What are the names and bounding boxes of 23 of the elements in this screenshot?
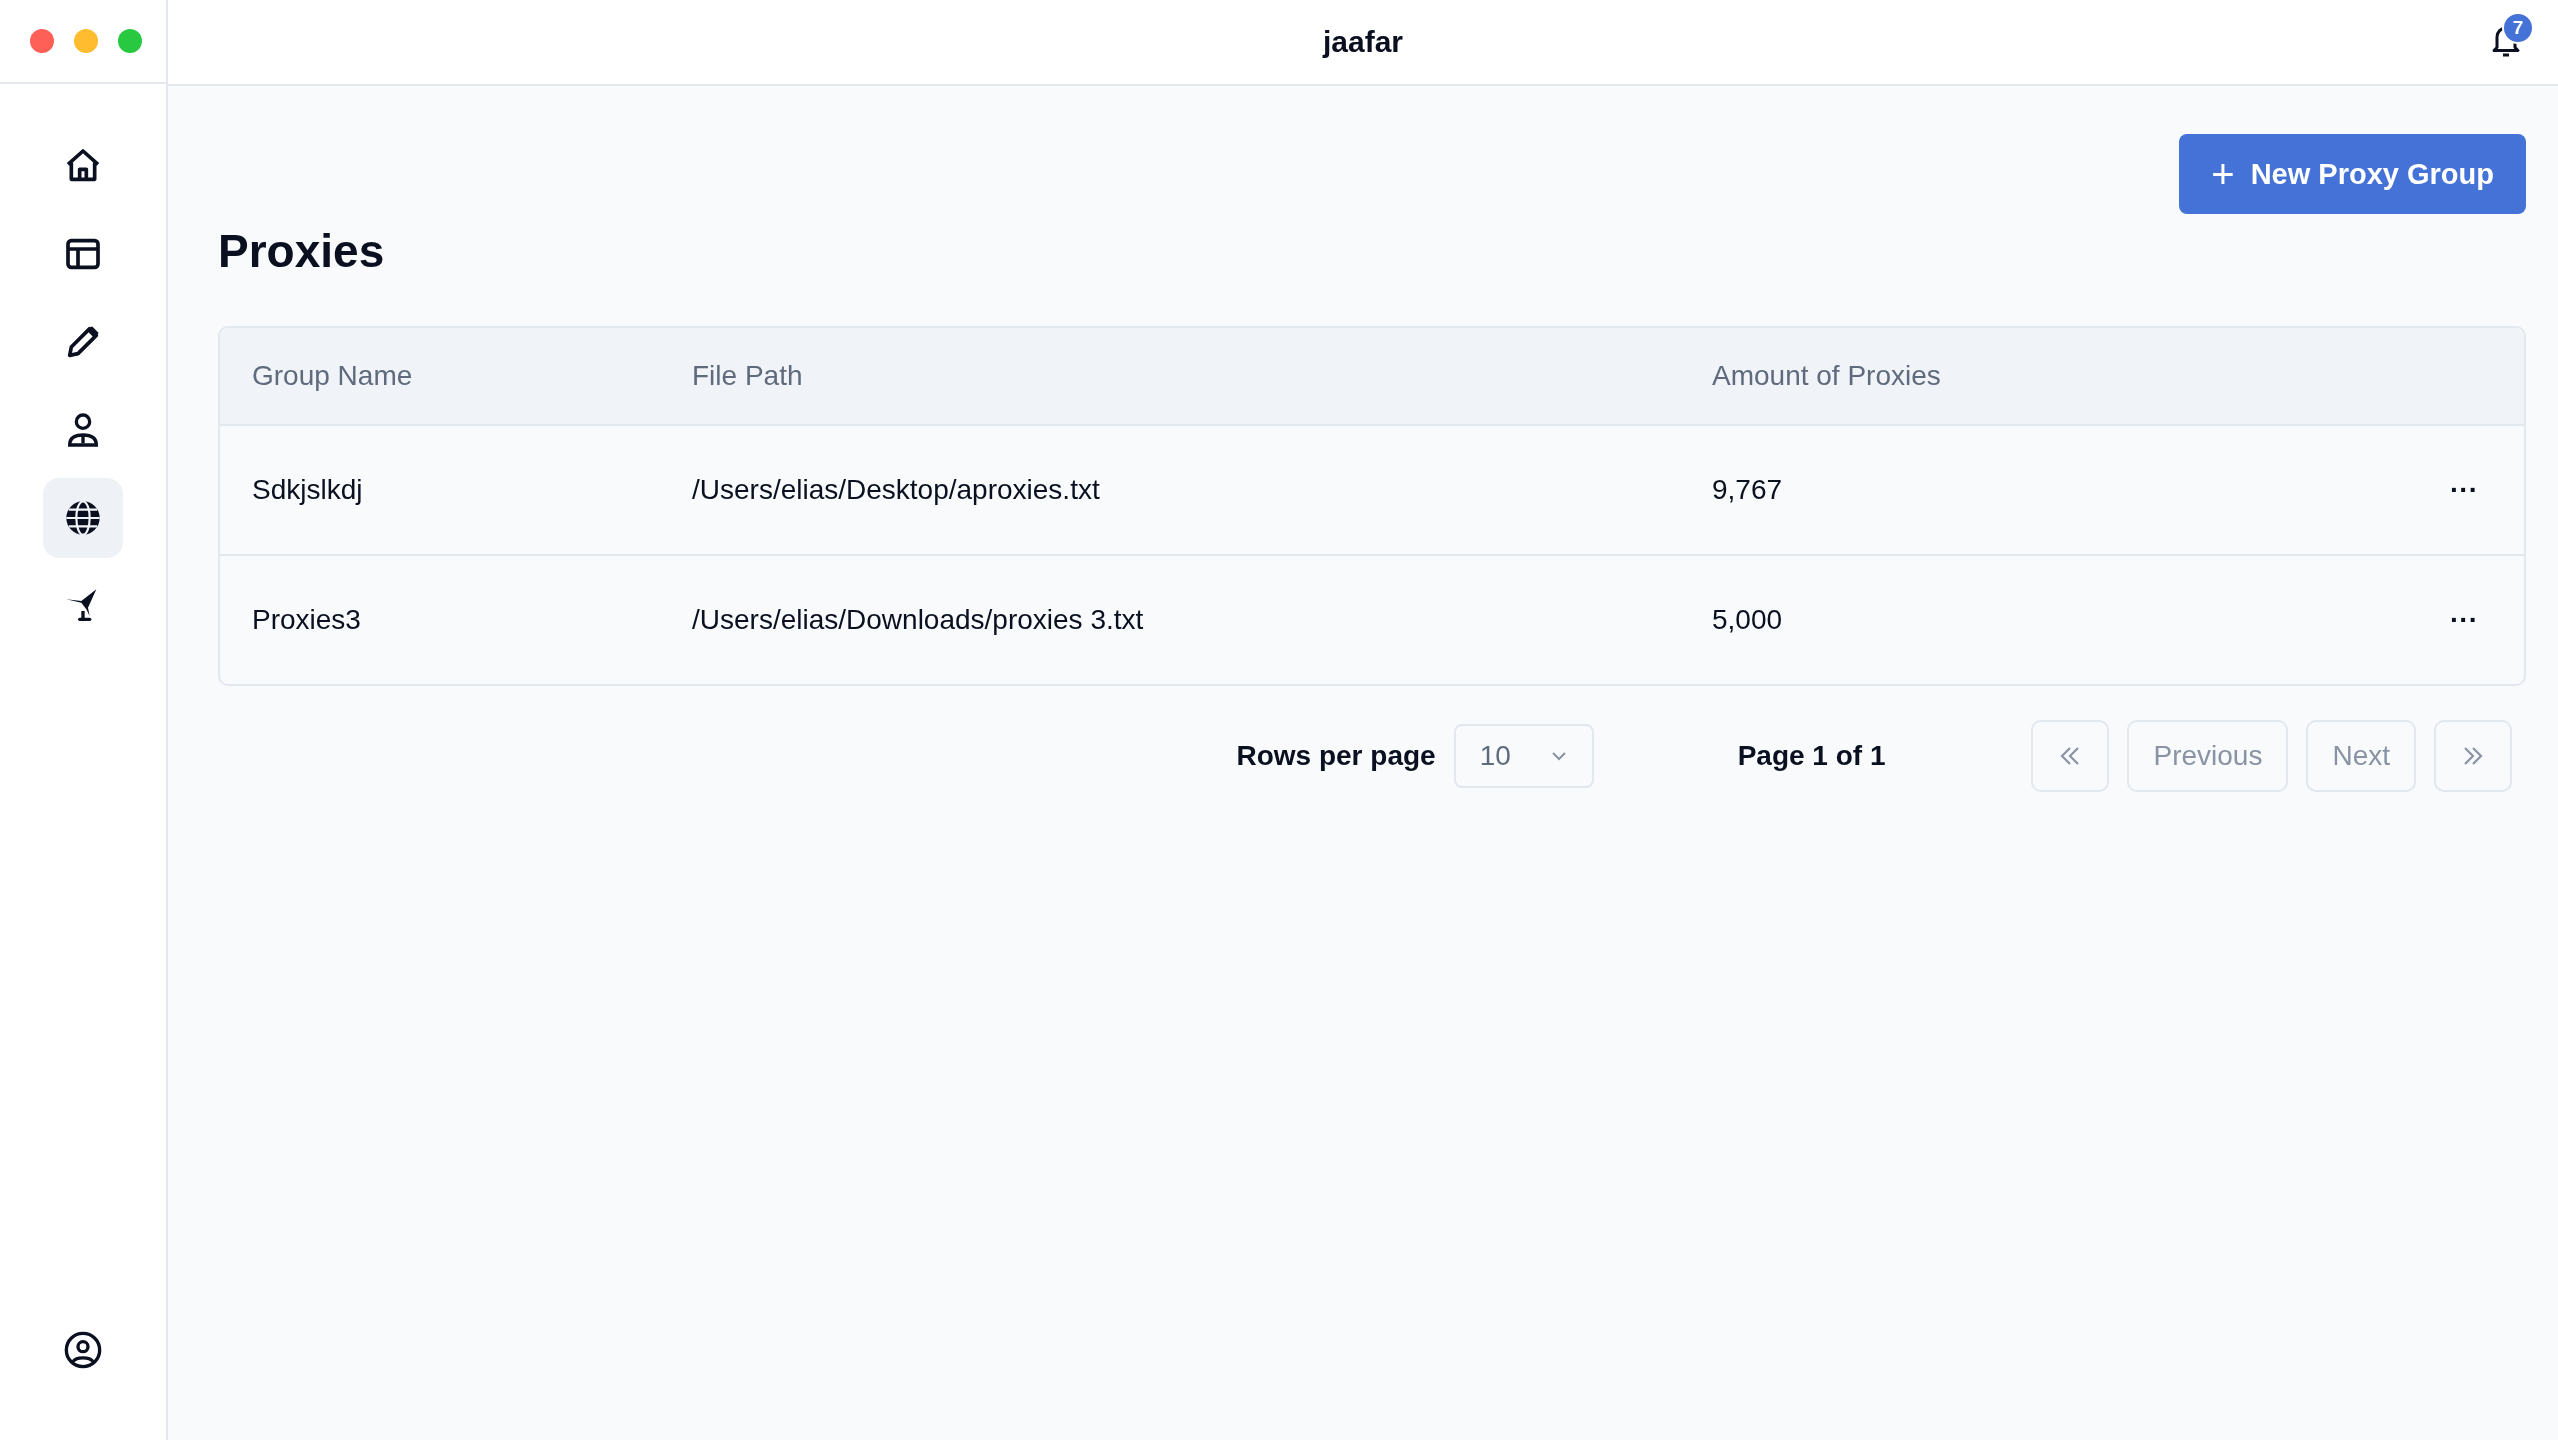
column-header: Amount of Proxies <box>1712 360 1942 392</box>
window-title: jaafar <box>1322 25 1404 59</box>
row-menu-button[interactable]: ··· <box>2436 600 2492 640</box>
account-icon <box>63 1330 103 1370</box>
column-header: Group Name <box>252 360 414 392</box>
table-cell-text: 5,000 <box>1712 604 1784 636</box>
table-cell-text: /Users/elias/Downloads/proxies 3.txt <box>692 604 1145 636</box>
row-menu-button[interactable]: ··· <box>2436 470 2492 510</box>
close-window-button[interactable] <box>30 29 54 53</box>
table-cell-text: /Users/elias/Desktop/aproxies.txt <box>692 474 1101 506</box>
rows-per-page-label: Rows per page <box>1236 740 1436 772</box>
globe-icon <box>63 498 103 538</box>
new-proxy-group-button[interactable]: + New Proxy Group <box>2179 134 2526 214</box>
chevron-down-icon <box>1549 750 1568 762</box>
column-header: File Path <box>692 360 804 392</box>
table-cell-text: Proxies3 <box>252 604 362 636</box>
table-cell-text: 9,767 <box>1712 474 1784 506</box>
page-title: Proxies <box>218 224 385 278</box>
table-cell-text: Sdkjslkdj <box>252 474 364 506</box>
rows-per-page-select[interactable]: 10 <box>1453 724 1594 788</box>
page-indicator: Page 1 of 1 <box>1737 740 1886 772</box>
nav-item[interactable] <box>43 478 123 558</box>
notification-count: 7 <box>2502 12 2534 44</box>
